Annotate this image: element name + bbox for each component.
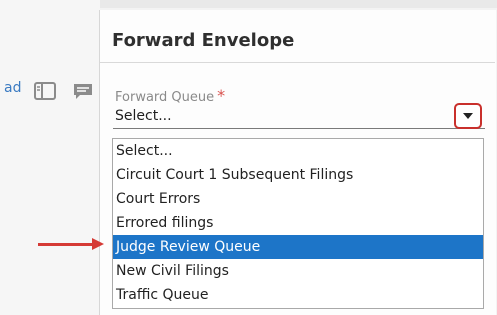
required-marker: * [217,86,226,105]
dropdown-option[interactable]: Errored filings [113,211,483,235]
select-underline [113,128,485,129]
forward-queue-dropdown: Select... Circuit Court 1 Subsequent Fil… [112,138,484,309]
arrow-right-icon [92,238,104,250]
chevron-down-icon [463,113,473,119]
dropdown-option[interactable]: Court Errors [113,187,483,211]
dropdown-option[interactable]: Traffic Queue [113,283,483,307]
annotation-arrow-shaft [38,243,94,246]
dropdown-option[interactable]: New Civil Filings [113,259,483,283]
panel-icon[interactable] [34,82,56,100]
dropdown-toggle-button[interactable] [454,103,482,129]
dropdown-option-highlighted[interactable]: Judge Review Queue [113,235,483,259]
forward-queue-label: Forward Queue * [115,86,225,105]
dialog-title: Forward Envelope [112,30,295,51]
dropdown-option[interactable]: Select... [113,139,483,163]
comment-icon[interactable] [72,82,94,100]
title-divider [100,62,495,63]
forward-queue-select[interactable]: Select... [115,108,172,124]
screenshot-stage: ad Forward Envelope Forward Queue * Selec… [0,0,497,315]
background-page [0,0,100,315]
forward-queue-label-text: Forward Queue [115,90,215,105]
background-link[interactable]: ad [4,80,21,96]
dropdown-option[interactable]: Circuit Court 1 Subsequent Filings [113,163,483,187]
